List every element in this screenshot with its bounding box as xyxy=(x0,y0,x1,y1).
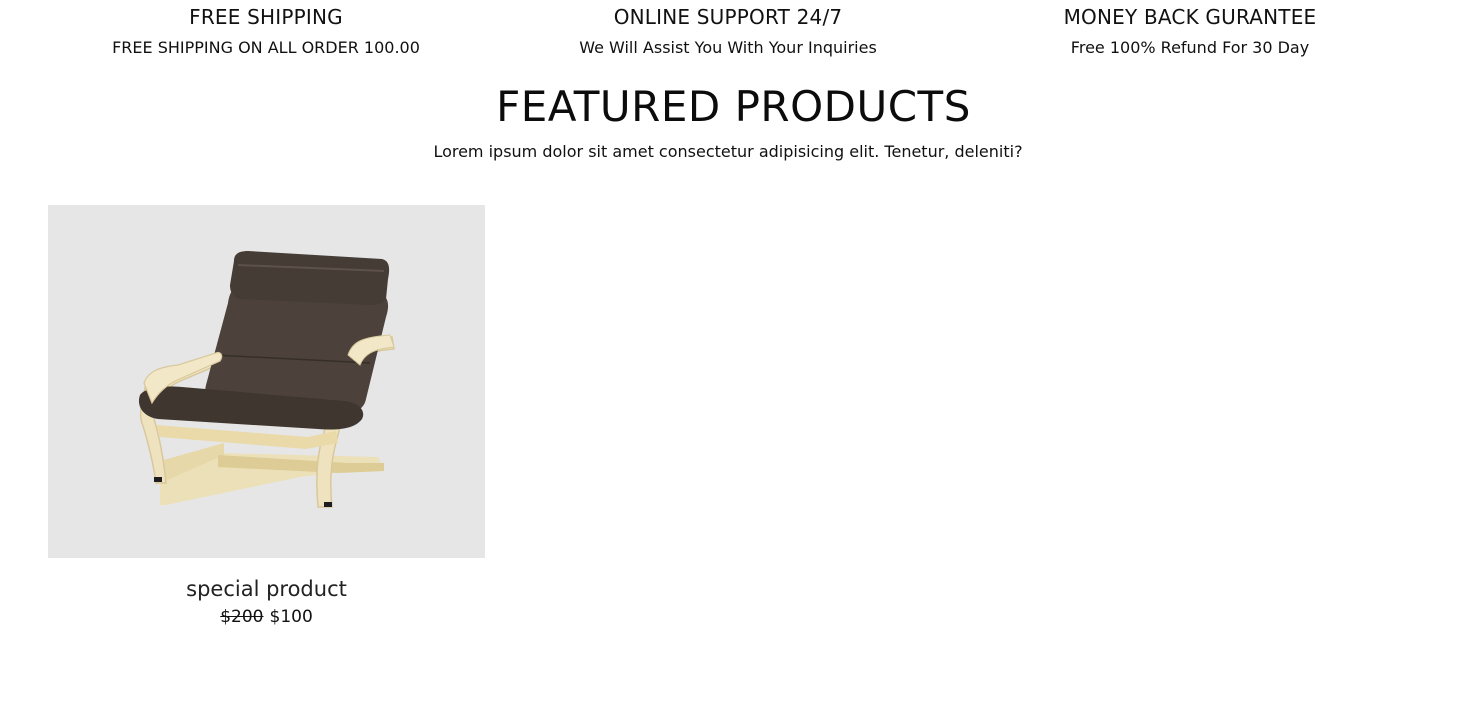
product-name[interactable]: special product xyxy=(48,576,485,602)
feature-title: MONEY BACK GURANTEE xyxy=(1063,5,1317,29)
feature-title: FREE SHIPPING xyxy=(189,5,343,29)
feature-description: We Will Assist You With Your Inquiries xyxy=(579,38,877,57)
product-current-price: $100 xyxy=(269,607,313,627)
feature-description: FREE SHIPPING ON ALL ORDER 100.00 xyxy=(112,38,420,57)
section-title: FEATURED PRODUCTS xyxy=(496,82,971,131)
feature-title: ONLINE SUPPORT 24/7 xyxy=(613,5,843,29)
features-bar: FREE SHIPPING FREE SHIPPING ON ALL ORDER… xyxy=(0,0,1467,70)
armchair-image xyxy=(138,251,395,508)
feature-free-shipping: FREE SHIPPING FREE SHIPPING ON ALL ORDER… xyxy=(36,4,496,58)
product-card[interactable]: special product $200 $100 xyxy=(48,205,485,628)
section-subtitle: Lorem ipsum dolor sit amet consectetur a… xyxy=(433,142,1023,161)
feature-money-back: MONEY BACK GURANTEE Free 100% Refund For… xyxy=(960,4,1420,58)
product-price: $200 $100 xyxy=(48,606,485,628)
feature-online-support: ONLINE SUPPORT 24/7 We Will Assist You W… xyxy=(498,4,958,58)
product-image[interactable] xyxy=(48,205,485,558)
product-old-price: $200 xyxy=(220,607,264,627)
feature-description: Free 100% Refund For 30 Day xyxy=(1070,38,1310,57)
